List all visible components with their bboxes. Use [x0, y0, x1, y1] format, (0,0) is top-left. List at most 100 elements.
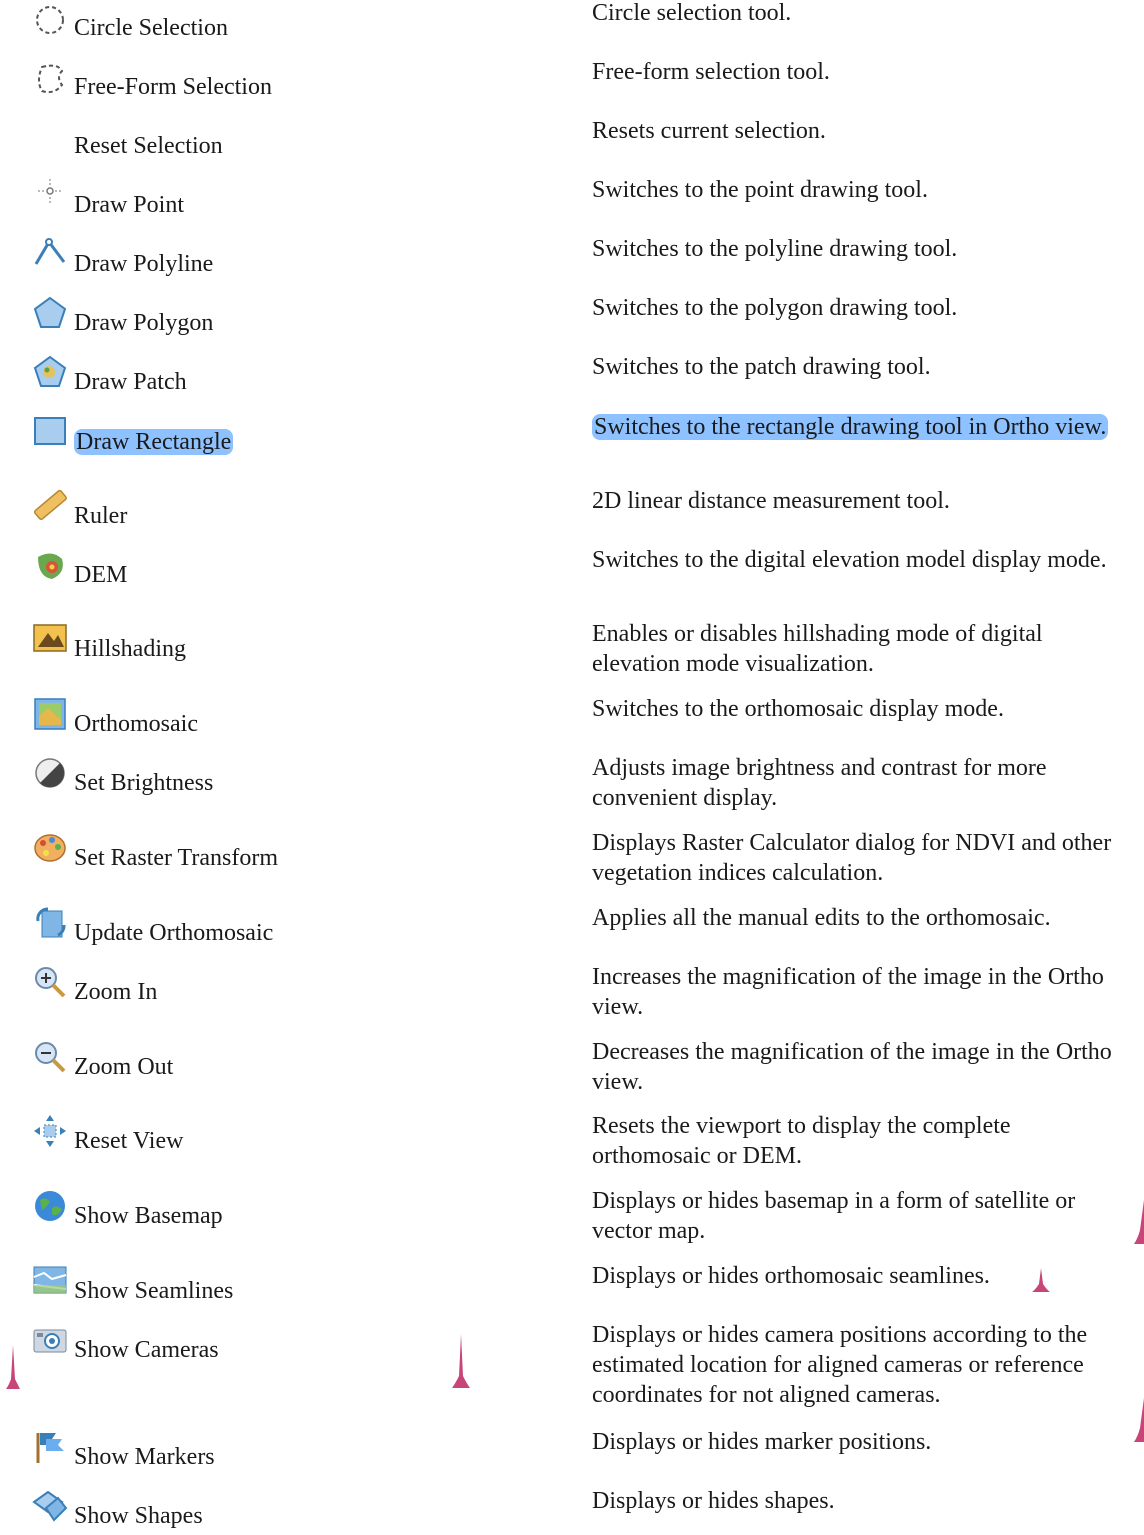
draw-rectangle-icon	[32, 414, 68, 450]
description-text: Decreases the magnification of the image…	[592, 1039, 1112, 1095]
command-label-ruler: Ruler	[74, 502, 127, 530]
draw-point-icon	[32, 177, 68, 213]
command-label-set-raster-transform: Set Raster Transform	[74, 844, 278, 872]
brightness-icon	[32, 755, 68, 791]
description-text: Switches to the point drawing tool.	[592, 177, 928, 203]
command-name: DEM	[74, 562, 128, 588]
command-label-show-cameras: Show Cameras	[74, 1336, 219, 1364]
description-text: Switches to the rectangle drawing tool i…	[592, 414, 1109, 440]
command-description-update-orthomosaic: Applies all the manual edits to the orth…	[592, 903, 1122, 933]
command-description-draw-patch: Switches to the patch drawing tool.	[592, 352, 1122, 382]
command-name: Reset View	[74, 1128, 184, 1154]
zoom-in-icon	[32, 964, 68, 1000]
command-name: Zoom In	[74, 979, 158, 1005]
command-name: Set Raster Transform	[74, 845, 278, 871]
description-text: Adjusts image brightness and contrast fo…	[592, 755, 1047, 811]
command-name: Show Shapes	[74, 1503, 203, 1529]
dem-icon	[32, 547, 68, 583]
command-name: Draw Patch	[74, 369, 187, 395]
command-label-show-basemap: Show Basemap	[74, 1202, 223, 1230]
command-name: Orthomosaic	[74, 711, 198, 737]
command-label-reset-view: Reset View	[74, 1127, 183, 1155]
command-name: Draw Rectangle	[74, 429, 234, 455]
description-text: Switches to the polygon drawing tool.	[592, 295, 958, 321]
description-text: Increases the magnification of the image…	[592, 964, 1104, 1020]
reset-view-icon	[32, 1113, 68, 1149]
command-description-draw-point: Switches to the point drawing tool.	[592, 175, 1122, 205]
command-label-reset-selection: Reset Selection	[74, 132, 223, 160]
command-label-show-markers: Show Markers	[74, 1443, 215, 1471]
circle-selection-icon	[32, 2, 68, 38]
command-description-zoom-out: Decreases the magnification of the image…	[592, 1037, 1122, 1097]
zoom-out-icon	[32, 1039, 68, 1075]
command-name: Show Seamlines	[74, 1278, 234, 1304]
command-description-draw-polyline: Switches to the polyline drawing tool.	[592, 234, 1122, 264]
description-text: Free-form selection tool.	[592, 59, 830, 85]
description-text: Switches to the orthomosaic display mode…	[592, 696, 1004, 722]
command-name: Draw Point	[74, 192, 184, 218]
command-description-show-cameras: Displays or hides camera positions accor…	[592, 1320, 1122, 1410]
command-label-orthomosaic: Orthomosaic	[74, 710, 198, 738]
command-description-orthomosaic: Switches to the orthomosaic display mode…	[592, 694, 1122, 724]
command-label-circle-selection: Circle Selection	[74, 14, 228, 42]
command-name: Draw Polygon	[74, 310, 214, 336]
raster-transform-icon	[32, 830, 68, 866]
description-text: Switches to the patch drawing tool.	[592, 354, 931, 380]
command-name: Hillshading	[74, 636, 186, 662]
command-name: Show Markers	[74, 1444, 215, 1470]
command-label-free-form-selection: Free-Form Selection	[74, 73, 272, 101]
command-description-set-brightness: Adjusts image brightness and contrast fo…	[592, 753, 1122, 813]
description-text: Displays or hides orthomosaic seamlines.	[592, 1263, 990, 1289]
command-name: Ruler	[74, 503, 128, 529]
command-description-circle-selection: Circle selection tool.	[592, 0, 1122, 28]
description-text: Circle selection tool.	[592, 0, 792, 26]
command-label-zoom-in: Zoom In	[74, 978, 157, 1006]
command-description-draw-polygon: Switches to the polygon drawing tool.	[592, 293, 1122, 323]
command-name: Reset Selection	[74, 133, 223, 159]
description-text: Switches to the polyline drawing tool.	[592, 236, 958, 262]
command-description-dem: Switches to the digital elevation model …	[592, 545, 1122, 575]
ruler-icon	[32, 488, 68, 524]
command-description-hillshading: Enables or disables hillshading mode of …	[592, 619, 1122, 679]
command-name: Show Cameras	[74, 1337, 219, 1363]
command-label-update-orthomosaic: Update Orthomosaic	[74, 919, 273, 947]
hillshading-icon	[32, 621, 68, 657]
markers-icon	[32, 1429, 68, 1465]
command-label-show-seamlines: Show Seamlines	[74, 1277, 233, 1305]
update-orthomosaic-icon	[32, 905, 68, 941]
command-description-reset-view: Resets the viewport to display the compl…	[592, 1111, 1122, 1171]
description-text: Displays or hides marker positions.	[592, 1429, 932, 1455]
description-text: Displays or hides shapes.	[592, 1488, 835, 1514]
command-description-show-basemap: Displays or hides basemap in a form of s…	[592, 1186, 1122, 1246]
command-name: Circle Selection	[74, 15, 228, 41]
draw-patch-icon	[32, 354, 68, 390]
seamlines-icon	[32, 1263, 68, 1299]
cameras-icon	[32, 1322, 68, 1358]
draw-polyline-icon	[32, 236, 68, 272]
margin-mark	[1134, 1398, 1144, 1442]
description-text: Applies all the manual edits to the orth…	[592, 905, 1051, 931]
command-description-ruler: 2D linear distance measurement tool.	[592, 486, 1122, 516]
command-description-zoom-in: Increases the magnification of the image…	[592, 962, 1122, 1022]
description-text: Resets the viewport to display the compl…	[592, 1113, 1011, 1169]
command-label-draw-polygon: Draw Polygon	[74, 309, 213, 337]
draw-polygon-icon	[32, 295, 68, 331]
command-label-draw-patch: Draw Patch	[74, 368, 187, 396]
command-description-free-form-selection: Free-form selection tool.	[592, 57, 1122, 87]
command-label-dem: DEM	[74, 561, 127, 589]
command-name: Show Basemap	[74, 1203, 223, 1229]
description-text: Displays or hides camera positions accor…	[592, 1322, 1088, 1408]
shapes-icon	[32, 1488, 68, 1524]
command-name: Zoom Out	[74, 1054, 174, 1080]
command-label-show-shapes: Show Shapes	[74, 1502, 203, 1530]
basemap-icon	[32, 1188, 68, 1224]
margin-mark	[1032, 1268, 1050, 1292]
command-description-draw-rectangle: Switches to the rectangle drawing tool i…	[592, 412, 1122, 442]
command-description-show-shapes: Displays or hides shapes.	[592, 1486, 1122, 1516]
description-text: Switches to the digital elevation model …	[592, 547, 1107, 573]
margin-mark	[452, 1334, 470, 1388]
margin-mark	[6, 1345, 20, 1389]
command-name: Free-Form Selection	[74, 74, 272, 100]
command-label-zoom-out: Zoom Out	[74, 1053, 173, 1081]
description-text: 2D linear distance measurement tool.	[592, 488, 950, 514]
